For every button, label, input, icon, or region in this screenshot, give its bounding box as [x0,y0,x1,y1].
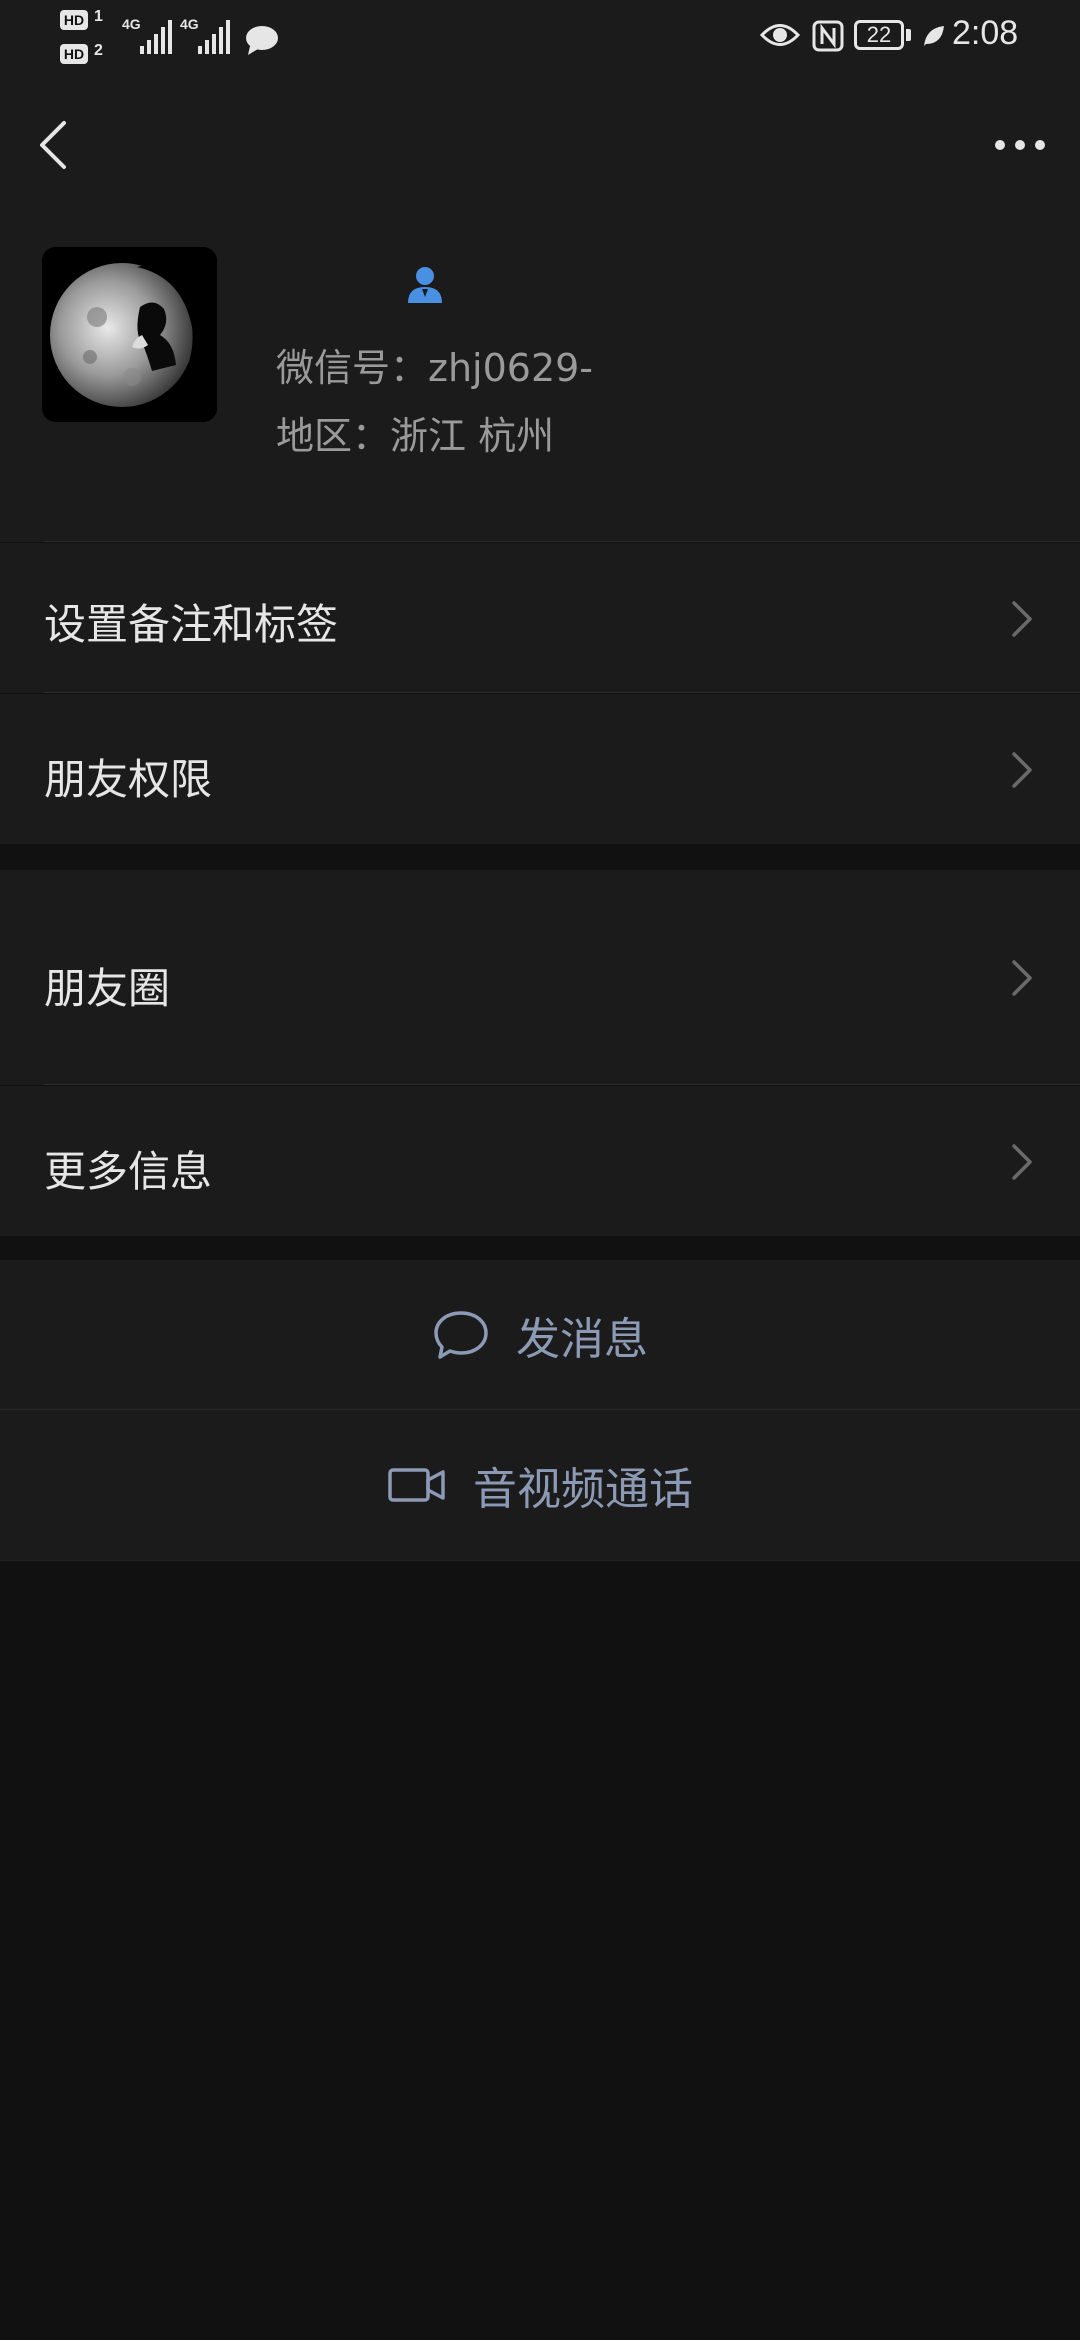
menu-item-friend-permissions[interactable]: 朋友权限 [0,694,1080,844]
avatar-image [42,247,217,422]
leaf-icon [924,26,944,46]
more-button[interactable] [990,125,1050,165]
hd1-number: 1 [94,8,103,25]
avatar[interactable] [42,247,217,422]
chevron-right-icon [1012,601,1032,637]
network1-label: 4G [122,16,141,32]
network2-label: 4G [180,16,199,32]
signal2-icon [198,18,230,54]
menu-divider [44,1084,1080,1085]
contact-profile-screen: HD 1 HD 2 4G 4G 22 2:08 微信号：zhj0629- 地区：… [0,0,1080,2340]
wechat-id-text: 微信号：zhj0629- [276,346,594,390]
menu-label-more-info: 更多信息 [44,1147,213,1196]
person-icon [408,267,442,303]
menu-divider [44,692,1080,693]
chevron-right-icon [1012,1144,1032,1180]
more-dots-icon [995,140,1045,150]
hd1-badge: HD [60,10,88,30]
hd2-badge: HD [60,44,88,64]
video-call-button[interactable]: 音视频通话 [0,1410,1080,1560]
menu-label-moments: 朋友圈 [44,964,171,1013]
signal1-icon [140,18,172,54]
battery-tip [906,29,911,41]
eye-icon [760,24,800,46]
chevron-left-icon [40,121,66,169]
video-call-label: 音视频通话 [473,1464,693,1515]
profile-header: 微信号：zhj0629- 地区：浙江 杭州 [0,75,1080,542]
profile-divider [44,541,1080,542]
hd2-number: 2 [94,42,103,59]
region-text: 地区：浙江 杭州 [276,414,555,458]
status-time: 2:08 [952,14,1019,52]
chevron-right-icon [1012,752,1032,788]
battery-icon: 22 [854,20,904,50]
send-message-label: 发消息 [516,1314,648,1365]
action-divider-bottom [0,1560,1080,1561]
chat-bubble-icon [434,1311,488,1359]
menu-item-more-info[interactable]: 更多信息 [0,1086,1080,1236]
send-message-button[interactable]: 发消息 [0,1260,1080,1410]
chevron-right-icon [1012,960,1032,996]
menu-label-friend-permissions: 朋友权限 [44,755,213,804]
menu-item-remarks-tags[interactable]: 设置备注和标签 [0,543,1080,693]
video-camera-icon [388,1468,445,1502]
status-bar: HD 1 HD 2 4G 4G 22 2:08 [0,0,1080,75]
back-button[interactable] [30,113,80,177]
nfc-icon [812,20,844,52]
menu-item-moments[interactable]: 朋友圈 [0,870,1080,1085]
chat-bubble-icon [246,26,278,55]
menu-label-remarks-tags: 设置备注和标签 [44,600,339,649]
